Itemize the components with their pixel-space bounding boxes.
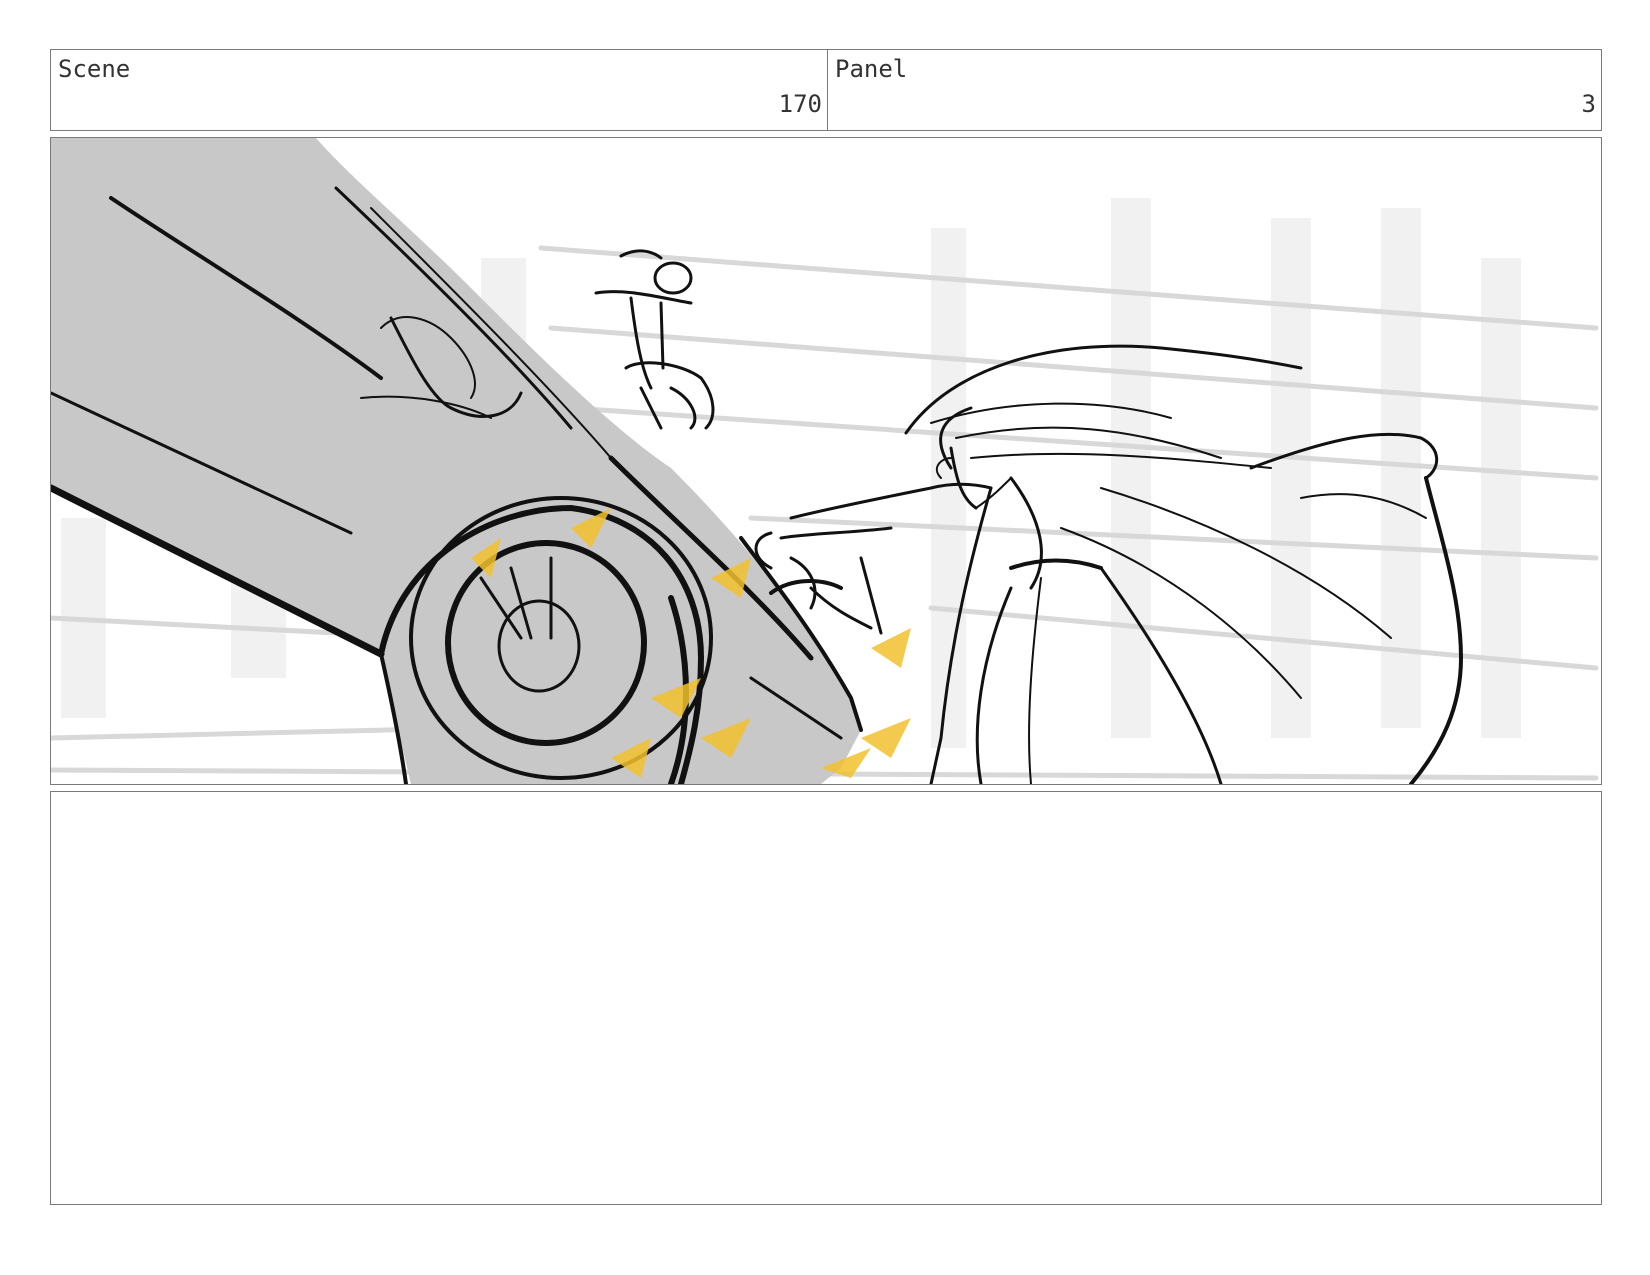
storyboard-header: Scene 170 Panel 3 xyxy=(50,49,1602,131)
scene-cell: Scene 170 xyxy=(51,50,828,130)
robed-figure xyxy=(754,344,1463,784)
scene-number: 170 xyxy=(778,90,822,118)
panel-cell: Panel 3 xyxy=(828,50,1601,130)
panel-label: Panel xyxy=(835,55,908,83)
panel-number: 3 xyxy=(1581,90,1596,118)
sketch-drawing xyxy=(51,138,1599,784)
scene-label: Scene xyxy=(58,55,131,83)
storyboard-frame xyxy=(50,137,1602,785)
notes-area[interactable] xyxy=(50,791,1602,1205)
